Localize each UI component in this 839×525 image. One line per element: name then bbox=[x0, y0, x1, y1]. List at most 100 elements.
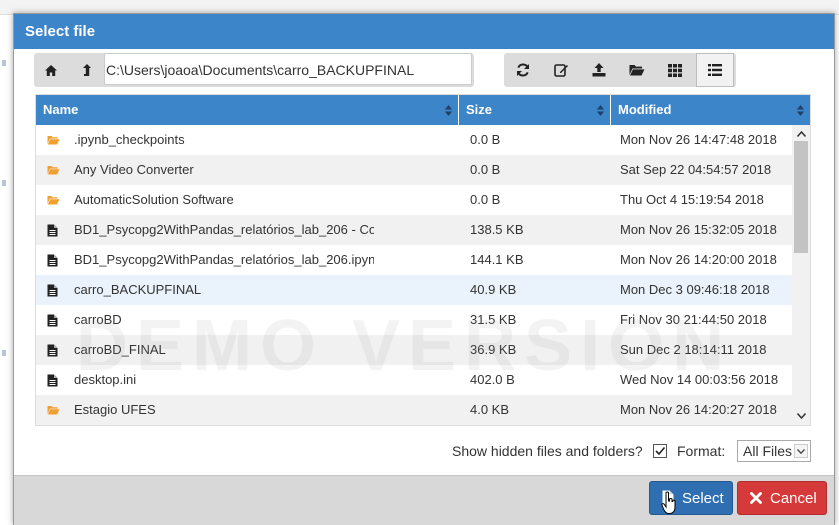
file-icon bbox=[47, 365, 63, 395]
grid-view-icon bbox=[668, 63, 682, 77]
file-size: 40.9 KB bbox=[470, 282, 517, 297]
up-arrow-icon bbox=[83, 64, 91, 76]
file-modified: Mon Nov 26 15:32:05 2018 bbox=[620, 222, 777, 237]
table-row[interactable]: AutomaticSolution Software 0.0 B Thu Oct 4… bbox=[36, 185, 792, 215]
refresh-button[interactable] bbox=[504, 53, 542, 87]
table-row[interactable]: Any Video Converter 0.0 B Sat Sep 22 04:54… bbox=[36, 155, 792, 185]
chevron-up-icon bbox=[796, 131, 806, 137]
list-view-icon bbox=[708, 64, 722, 76]
file-name: AutomaticSolution Software bbox=[74, 192, 234, 207]
format-label: Format: bbox=[677, 443, 726, 459]
file-size: 0.0 B bbox=[470, 192, 501, 207]
file-size: 402.0 B bbox=[470, 372, 515, 387]
file-name: .ipynb_checkpoints bbox=[74, 132, 185, 147]
table-row[interactable]: carroBD 31.5 KB Fri Nov 30 21:44:50 2018 bbox=[36, 305, 792, 335]
table-row[interactable]: carro_BACKUPFINAL 40.9 KB Mon Dec 3 09:46:… bbox=[36, 275, 792, 305]
file-name: BD1_Psycopg2WithPandas_relatórios_lab_20… bbox=[74, 222, 374, 237]
file-icon bbox=[47, 275, 63, 305]
sort-icon bbox=[797, 105, 804, 116]
dialog-title: Select file bbox=[25, 23, 96, 40]
background-mark bbox=[2, 350, 6, 356]
close-icon bbox=[750, 492, 762, 504]
file-modified: Mon Nov 26 14:20:00 2018 bbox=[620, 252, 777, 267]
table-row[interactable]: BD1_Psycopg2WithPandas_relatórios_lab_20… bbox=[36, 245, 792, 275]
sort-icon bbox=[597, 105, 604, 116]
file-name: Any Video Converter bbox=[74, 162, 194, 177]
file-size: 138.5 KB bbox=[470, 222, 524, 237]
vertical-scrollbar[interactable] bbox=[792, 125, 810, 425]
file-modified: Sat Sep 22 04:54:57 2018 bbox=[620, 162, 772, 177]
table-row[interactable]: carroBD_FINAL 36.9 KB Sun Dec 2 18:14:11 2… bbox=[36, 335, 792, 365]
table-row[interactable]: desktop.ini 402.0 B Wed Nov 14 00:03:56 20… bbox=[36, 365, 792, 395]
file-modified: Sun Dec 2 18:14:11 2018 bbox=[620, 342, 767, 357]
file-name: BD1_Psycopg2WithPandas_relatórios_lab_20… bbox=[74, 252, 374, 267]
show-hidden-label: Show hidden files and folders? bbox=[452, 443, 643, 459]
show-hidden-checkbox[interactable] bbox=[653, 444, 667, 458]
view-toolbar bbox=[504, 53, 736, 87]
path-input[interactable]: C:\Users\joaoa\Documents\carro_BACKUPFIN… bbox=[104, 53, 472, 85]
column-size-label: Size bbox=[466, 102, 493, 117]
grid-view-button[interactable] bbox=[656, 53, 694, 87]
file-icon bbox=[47, 215, 63, 245]
file-table: Name Size Modified .ipynb_checkpoints 0.0… bbox=[35, 94, 811, 426]
upload-button[interactable] bbox=[580, 53, 618, 87]
select-button-label: Select bbox=[682, 489, 724, 507]
path-bar: C:\Users\joaoa\Documents\carro_BACKUPFIN… bbox=[34, 53, 474, 87]
table-body: .ipynb_checkpoints 0.0 B Mon Nov 26 14:47:… bbox=[36, 125, 792, 425]
options-row: Show hidden files and folders? Format: A… bbox=[14, 439, 834, 465]
file-modified: Mon Nov 26 14:20:27 2018 bbox=[620, 402, 777, 417]
folder-icon bbox=[47, 185, 63, 215]
refresh-icon bbox=[517, 63, 529, 77]
dialog-titlebar: Select file bbox=[14, 14, 834, 49]
file-modified: Wed Nov 14 00:03:56 2018 bbox=[620, 372, 779, 387]
column-header-modified[interactable]: Modified bbox=[611, 95, 810, 125]
file-name: Estagio UFES bbox=[74, 402, 156, 417]
file-size: 4.0 KB bbox=[470, 402, 510, 417]
folder-open-icon bbox=[629, 65, 645, 76]
table-row[interactable]: BD1_Psycopg2WithPandas_relatórios_lab_20… bbox=[36, 215, 792, 245]
rename-icon bbox=[553, 64, 568, 77]
column-modified-label: Modified bbox=[618, 102, 672, 117]
file-name: carroBD bbox=[74, 312, 122, 327]
list-view-button[interactable] bbox=[696, 53, 734, 87]
hand-cursor-icon bbox=[661, 491, 676, 514]
file-size: 31.5 KB bbox=[470, 312, 517, 327]
home-button[interactable] bbox=[34, 53, 68, 87]
scrollbar-thumb[interactable] bbox=[794, 141, 808, 253]
home-icon bbox=[45, 64, 57, 76]
folder-icon bbox=[47, 395, 63, 425]
column-header-size[interactable]: Size bbox=[459, 95, 611, 125]
background-mark bbox=[2, 180, 6, 186]
sort-icon bbox=[445, 105, 452, 116]
rename-button[interactable] bbox=[542, 53, 580, 87]
select-file-dialog: Select file C:\Users\joaoa\Documents\car… bbox=[13, 13, 835, 525]
scroll-up-button[interactable] bbox=[792, 127, 810, 141]
file-modified: Mon Nov 26 14:47:48 2018 bbox=[620, 132, 777, 147]
file-size: 144.1 KB bbox=[470, 252, 524, 267]
table-row[interactable]: .ipynb_checkpoints 0.0 B Mon Nov 26 14:47:… bbox=[36, 125, 792, 155]
format-select[interactable]: All Files bbox=[737, 440, 811, 462]
scroll-down-button[interactable] bbox=[792, 409, 810, 423]
file-size: 36.9 KB bbox=[470, 342, 517, 357]
file-icon bbox=[47, 245, 63, 275]
table-header: Name Size Modified bbox=[36, 95, 810, 125]
upload-icon bbox=[592, 63, 606, 77]
file-modified: Mon Dec 3 09:46:18 2018 bbox=[620, 282, 770, 297]
file-icon bbox=[47, 305, 63, 335]
file-name: desktop.ini bbox=[74, 372, 137, 387]
column-name-label: Name bbox=[43, 102, 79, 117]
file-size: 0.0 B bbox=[470, 162, 501, 177]
file-modified: Thu Oct 4 15:19:54 2018 bbox=[620, 192, 764, 207]
chevron-down-icon bbox=[796, 413, 806, 419]
table-row[interactable]: Estagio UFES 4.0 KB Mon Nov 26 14:20:27 20… bbox=[36, 395, 792, 425]
dialog-footer: Select Cancel bbox=[14, 475, 834, 525]
folder-icon bbox=[47, 155, 63, 185]
file-name: carroBD_FINAL bbox=[74, 342, 166, 357]
cancel-button[interactable]: Cancel bbox=[737, 481, 827, 515]
file-name: carro_BACKUPFINAL bbox=[74, 282, 202, 297]
dropdown-arrow-icon bbox=[794, 444, 808, 458]
background-mark bbox=[2, 60, 6, 66]
up-directory-button[interactable] bbox=[70, 53, 104, 87]
column-header-name[interactable]: Name bbox=[36, 95, 459, 125]
new-folder-button[interactable] bbox=[618, 53, 656, 87]
